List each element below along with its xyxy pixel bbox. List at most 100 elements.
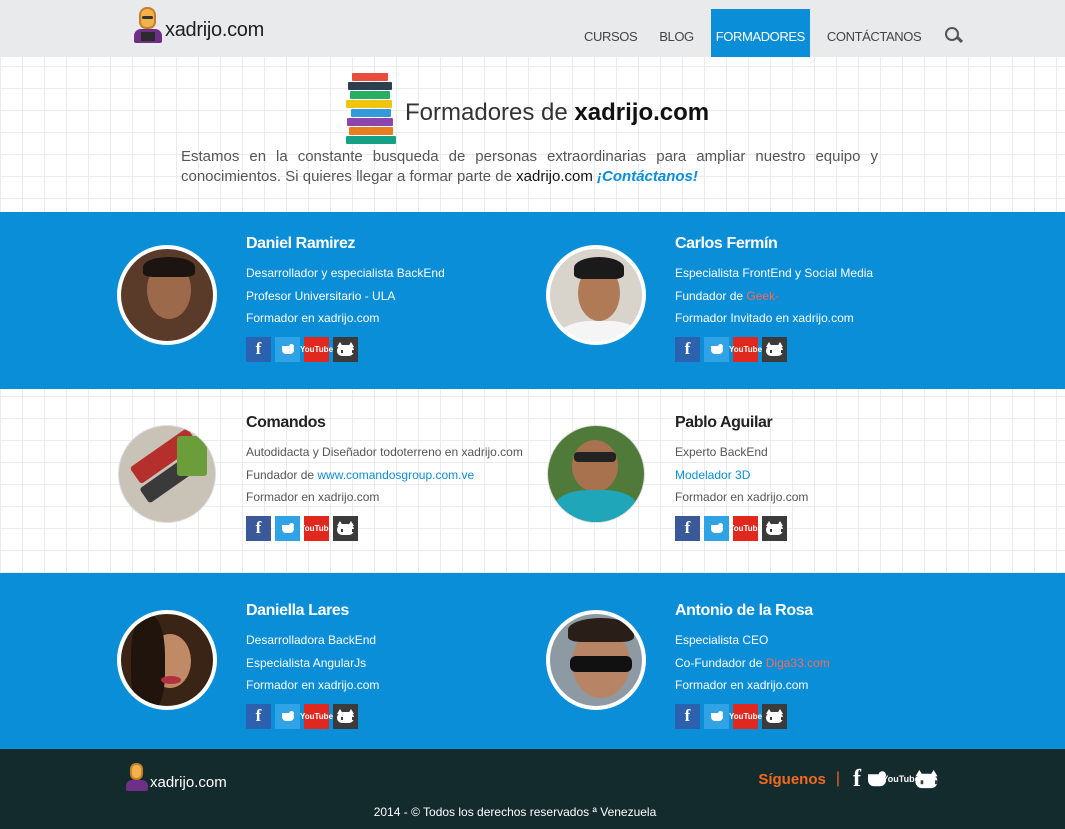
modelador-3d-link[interactable]: Modelador 3D	[675, 468, 750, 482]
github-icon[interactable]	[762, 515, 787, 541]
nav-item-contactanos[interactable]: CONTÁCTANOS	[816, 9, 932, 57]
facebook-icon[interactable]: f	[675, 515, 700, 541]
trainer-detail: Formador en xadrijo.com	[246, 490, 380, 504]
social-links: f You Tube	[675, 515, 808, 541]
contact-link[interactable]: ¡Contáctanos!	[597, 168, 698, 185]
trainer-detail: Especialista CEO	[675, 633, 769, 647]
trainer-detail: Desarrolladora BackEnd	[246, 633, 377, 647]
github-icon[interactable]	[333, 515, 358, 541]
books-stack-icon	[346, 73, 398, 145]
trainer-name: Carlos Fermín	[675, 235, 778, 252]
trainer-detail: Formador en xadrijo.com	[675, 490, 809, 504]
facebook-icon[interactable]: f	[675, 336, 700, 362]
follow-us: Síguenos | f You Tube	[758, 766, 938, 792]
twitter-icon[interactable]	[704, 336, 729, 362]
github-icon[interactable]	[333, 703, 358, 729]
twitter-icon[interactable]	[704, 703, 729, 729]
diga33-link[interactable]: Diga33.com	[766, 656, 830, 670]
avatar	[546, 610, 646, 710]
trainer-detail: Fundador de www.comandosgroup.com.ve	[246, 467, 475, 482]
trainers-band-1: Daniel Ramirez Desarrollador y especiali…	[0, 212, 1065, 389]
youtube-icon[interactable]: You Tube	[729, 703, 762, 729]
follow-label: Síguenos	[758, 770, 826, 788]
page-title-brand: xadrijo.com	[574, 99, 710, 126]
footer-logo[interactable]: xadrijo.com	[126, 763, 227, 791]
trainers-band-2: Comandos Autodidacta y Diseñador todoter…	[0, 389, 1065, 573]
trainer-card: Daniella Lares Desarrolladora BackEnd Es…	[117, 602, 537, 742]
twitter-icon[interactable]	[704, 515, 729, 541]
trainer-detail: Desarrollador y especialista BackEnd	[246, 266, 445, 280]
avatar	[548, 426, 644, 522]
youtube-icon[interactable]: You Tube	[300, 336, 333, 362]
geek-link[interactable]: Geek-	[746, 289, 779, 303]
follow-separator: |	[835, 770, 840, 787]
avatar	[117, 245, 217, 345]
page-title-prefix: Formadores de	[405, 99, 568, 126]
page-title: Formadores de xadrijo.com	[405, 99, 709, 127]
github-icon[interactable]	[333, 336, 358, 362]
comandosgroup-link[interactable]: www.comandosgroup.com.ve	[317, 468, 474, 482]
top-navigation-bar: xadrijo.com CURSOS BLOG FORMADORES CONTÁ…	[0, 0, 1065, 57]
trainer-card: Antonio de la Rosa Especialista CEO Co-F…	[546, 602, 966, 742]
trainer-name: Pablo Aguilar	[675, 414, 773, 431]
facebook-icon[interactable]: f	[246, 703, 271, 729]
facebook-icon[interactable]: f	[850, 766, 864, 792]
trainer-card: Pablo Aguilar Experto BackEnd Modelador …	[546, 414, 966, 554]
trainer-detail: Formador en xadrijo.com	[675, 678, 809, 692]
youtube-icon[interactable]: You Tube	[729, 515, 762, 541]
youtube-icon[interactable]: You Tube	[729, 336, 762, 362]
trainers-band-3: Daniella Lares Desarrolladora BackEnd Es…	[0, 573, 1065, 749]
site-logo[interactable]: xadrijo.com	[134, 7, 264, 43]
trainer-name: Comandos	[246, 414, 326, 431]
trainer-detail: Formador Invitado en xadrijo.com	[675, 311, 854, 325]
nav-item-cursos[interactable]: CURSOS	[573, 9, 648, 57]
intro-paragraph: Estamos en la constante busqueda de pers…	[181, 147, 878, 187]
social-links: f You Tube	[675, 703, 830, 729]
trainer-detail: Co-Fundador de Diga33.com	[675, 655, 830, 670]
youtube-icon[interactable]: You Tube	[300, 703, 333, 729]
intro-brand: xadrijo.com	[516, 168, 593, 185]
footer-logo-text: xadrijo.com	[150, 774, 227, 791]
github-icon[interactable]	[762, 336, 787, 362]
copyright: 2014 - © Todos los derechos reservados ª…	[373, 805, 657, 819]
nav-item-formadores[interactable]: FORMADORES	[710, 9, 810, 57]
social-links: f You Tube	[246, 515, 523, 541]
trainer-detail: Fundador de Geek-	[675, 288, 780, 303]
twitter-icon[interactable]	[275, 515, 300, 541]
nav-item-blog[interactable]: BLOG	[648, 9, 705, 57]
youtube-icon[interactable]: You Tube	[882, 767, 919, 791]
trainer-detail: Especialista FrontEnd y Social Media	[675, 266, 874, 280]
trainer-name: Daniella Lares	[246, 602, 349, 619]
trainer-detail: Especialista AngularJs	[246, 655, 367, 670]
trainer-name: Antonio de la Rosa	[675, 602, 813, 619]
trainer-card: Comandos Autodidacta y Diseñador todoter…	[117, 414, 537, 554]
trainer-card: Daniel Ramirez Desarrollador y especiali…	[117, 235, 537, 375]
twitter-icon[interactable]	[275, 703, 300, 729]
trainer-name: Daniel Ramirez	[246, 235, 356, 252]
facebook-icon[interactable]: f	[246, 515, 271, 541]
trainer-detail: Formador en xadrijo.com	[246, 678, 380, 692]
logo-text: xadrijo.com	[165, 19, 264, 41]
search-icon[interactable]	[940, 9, 970, 57]
trainer-detail: Formador en xadrijo.com	[246, 311, 380, 325]
youtube-icon[interactable]: You Tube	[300, 515, 333, 541]
avatar	[546, 245, 646, 345]
trainer-detail: Modelador 3D	[675, 464, 808, 487]
twitter-icon[interactable]	[868, 767, 886, 791]
social-links: f You Tube	[246, 703, 379, 729]
avatar	[119, 426, 215, 522]
mascot-logo-icon	[126, 763, 148, 791]
twitter-icon[interactable]	[275, 336, 300, 362]
main-nav: CURSOS BLOG FORMADORES CONTÁCTANOS	[573, 9, 970, 57]
facebook-icon[interactable]: f	[246, 336, 271, 362]
github-icon[interactable]	[915, 767, 938, 791]
trainer-detail: Profesor Universitario - ULA	[246, 288, 396, 303]
site-footer: xadrijo.com Síguenos | f You Tube 2014 - …	[0, 749, 1065, 829]
github-icon[interactable]	[762, 703, 787, 729]
trainer-card: Carlos Fermín Especialista FrontEnd y So…	[546, 235, 966, 375]
social-links: f You Tube	[675, 336, 873, 362]
social-links: f You Tube	[246, 336, 445, 362]
facebook-icon[interactable]: f	[675, 703, 700, 729]
trainer-detail: Experto BackEnd	[675, 445, 768, 459]
avatar	[117, 610, 217, 710]
